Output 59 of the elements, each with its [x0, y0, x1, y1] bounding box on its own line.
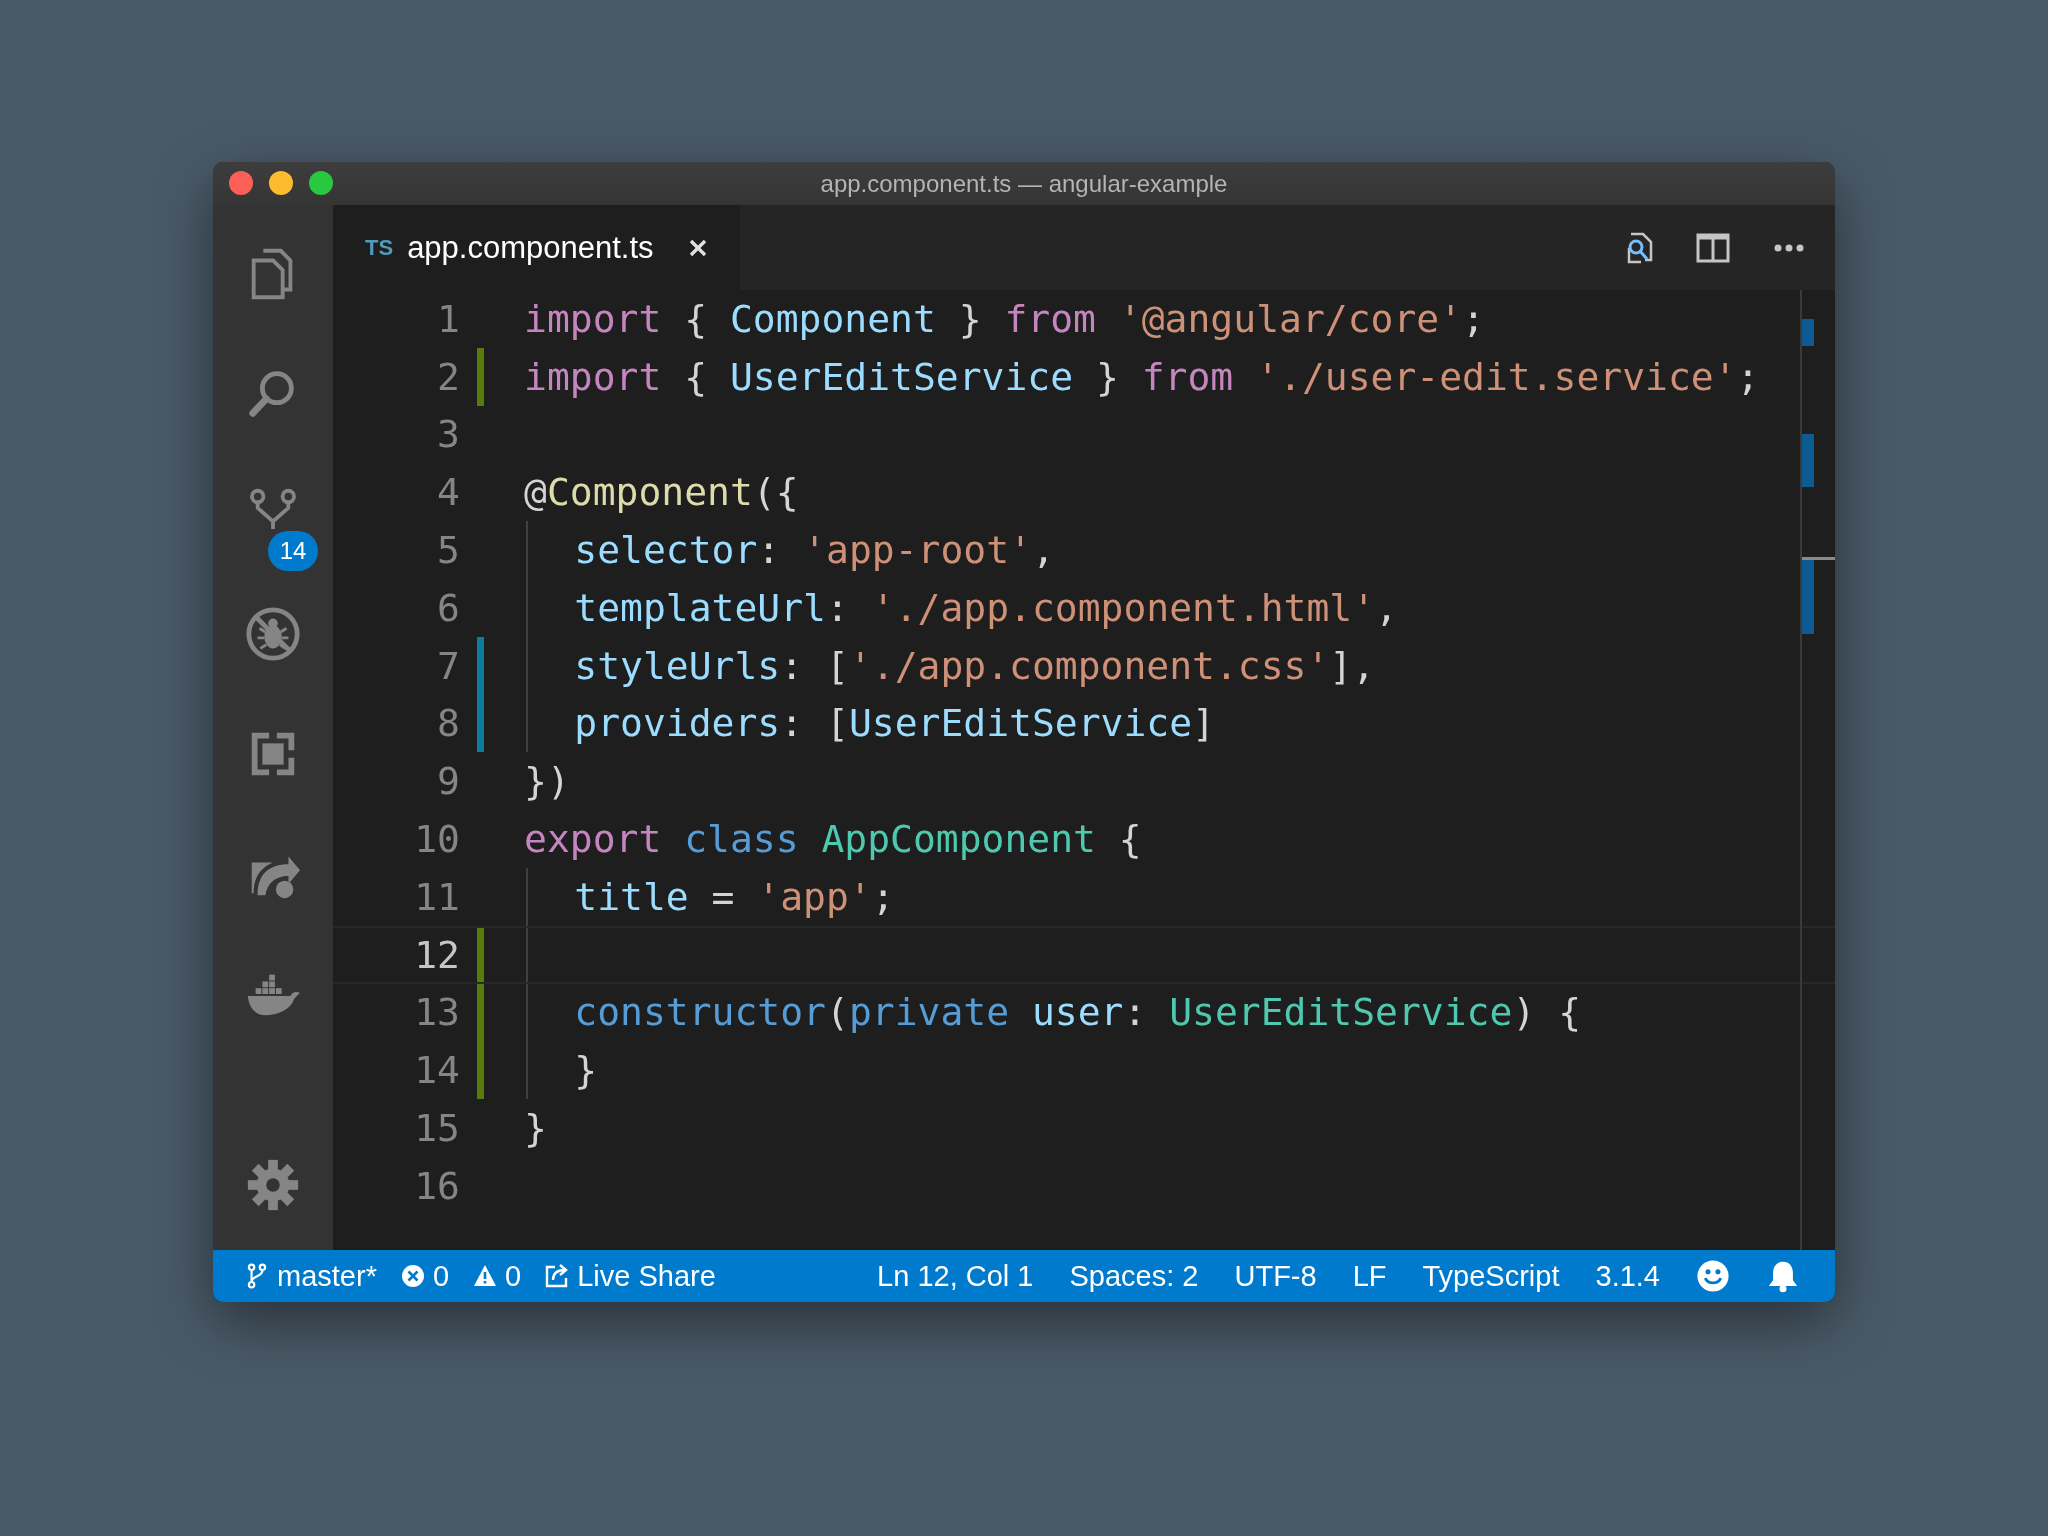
- errors-status-item[interactable]: 0: [400, 1259, 450, 1293]
- code-line: templateUrl: './app.component.html',: [574, 585, 1398, 630]
- error-icon: [400, 1263, 425, 1289]
- line-number: 11: [413, 874, 460, 919]
- line-number: 16: [413, 1163, 460, 1208]
- line-number: 8: [436, 701, 460, 746]
- code-line: export class AppComponent {: [524, 817, 1142, 862]
- status-item[interactable]: TypeScript: [1422, 1259, 1560, 1293]
- code-line: styleUrls: ['./app.component.css'],: [574, 643, 1376, 688]
- code-line: import { UserEditService } from './user-edit.service';: [524, 354, 1760, 399]
- line-number: 14: [413, 1048, 460, 1093]
- live-share-status-item[interactable]: Live Share: [545, 1259, 716, 1293]
- code-line: selector: 'app-root',: [574, 528, 1055, 573]
- status-item[interactable]: Ln 12, Col 1: [877, 1259, 1034, 1293]
- tab-label: app.component.ts: [407, 229, 654, 266]
- close-icon[interactable]: [687, 237, 708, 258]
- status-item[interactable]: Spaces: 2: [1069, 1259, 1199, 1293]
- line-number: 4: [436, 470, 460, 515]
- minimize-window-button[interactable]: [269, 171, 293, 195]
- line-number: 12: [413, 932, 460, 977]
- status-text: 0: [505, 1259, 522, 1293]
- line-number: 2: [436, 354, 460, 399]
- status-item[interactable]: 3.1.4: [1595, 1259, 1660, 1293]
- code-line: providers: [UserEditService]: [574, 701, 1215, 746]
- no-bug-icon[interactable]: [244, 605, 302, 663]
- code-line: }: [574, 1048, 598, 1093]
- branch-icon: [245, 1263, 269, 1289]
- line-number: 15: [413, 1106, 460, 1151]
- line-number: 10: [413, 817, 460, 862]
- warning-icon: [473, 1263, 498, 1289]
- line-number: 3: [436, 412, 460, 457]
- warnings-status-item[interactable]: 0: [473, 1259, 522, 1293]
- code-line: }): [524, 759, 570, 804]
- editor-tab[interactable]: TS app.component.ts: [333, 205, 740, 290]
- line-number: 5: [436, 528, 460, 573]
- close-window-button[interactable]: [229, 171, 253, 195]
- bell-icon[interactable]: [1766, 1259, 1800, 1293]
- status-item[interactable]: LF: [1352, 1259, 1387, 1293]
- smiley-icon[interactable]: [1696, 1259, 1730, 1293]
- line-number: 13: [413, 990, 460, 1035]
- changes-count-badge: 14: [268, 531, 318, 571]
- line-number: 9: [436, 759, 460, 804]
- typescript-file-label: TS: [365, 234, 394, 261]
- window-title: app.component.ts — angular-example: [820, 169, 1228, 198]
- line-number: 1: [436, 296, 460, 341]
- code-line: import { Component } from '@angular/core';: [524, 296, 1485, 341]
- code-line: title = 'app';: [574, 874, 895, 919]
- code-line: constructor(private user: UserEditService) {: [574, 990, 1581, 1035]
- branch-status-item[interactable]: master*: [245, 1259, 377, 1293]
- status-text: master*: [277, 1259, 377, 1293]
- share-arrow-icon: [545, 1263, 570, 1289]
- status-item[interactable]: UTF-8: [1234, 1259, 1317, 1293]
- code-line: @Component({: [524, 470, 799, 515]
- line-number: 6: [436, 585, 460, 630]
- code-line: }: [524, 1106, 547, 1151]
- status-text: Live Share: [577, 1259, 716, 1293]
- status-text: 0: [432, 1259, 450, 1293]
- zoom-window-button[interactable]: [309, 171, 333, 195]
- line-number: 7: [436, 643, 460, 688]
